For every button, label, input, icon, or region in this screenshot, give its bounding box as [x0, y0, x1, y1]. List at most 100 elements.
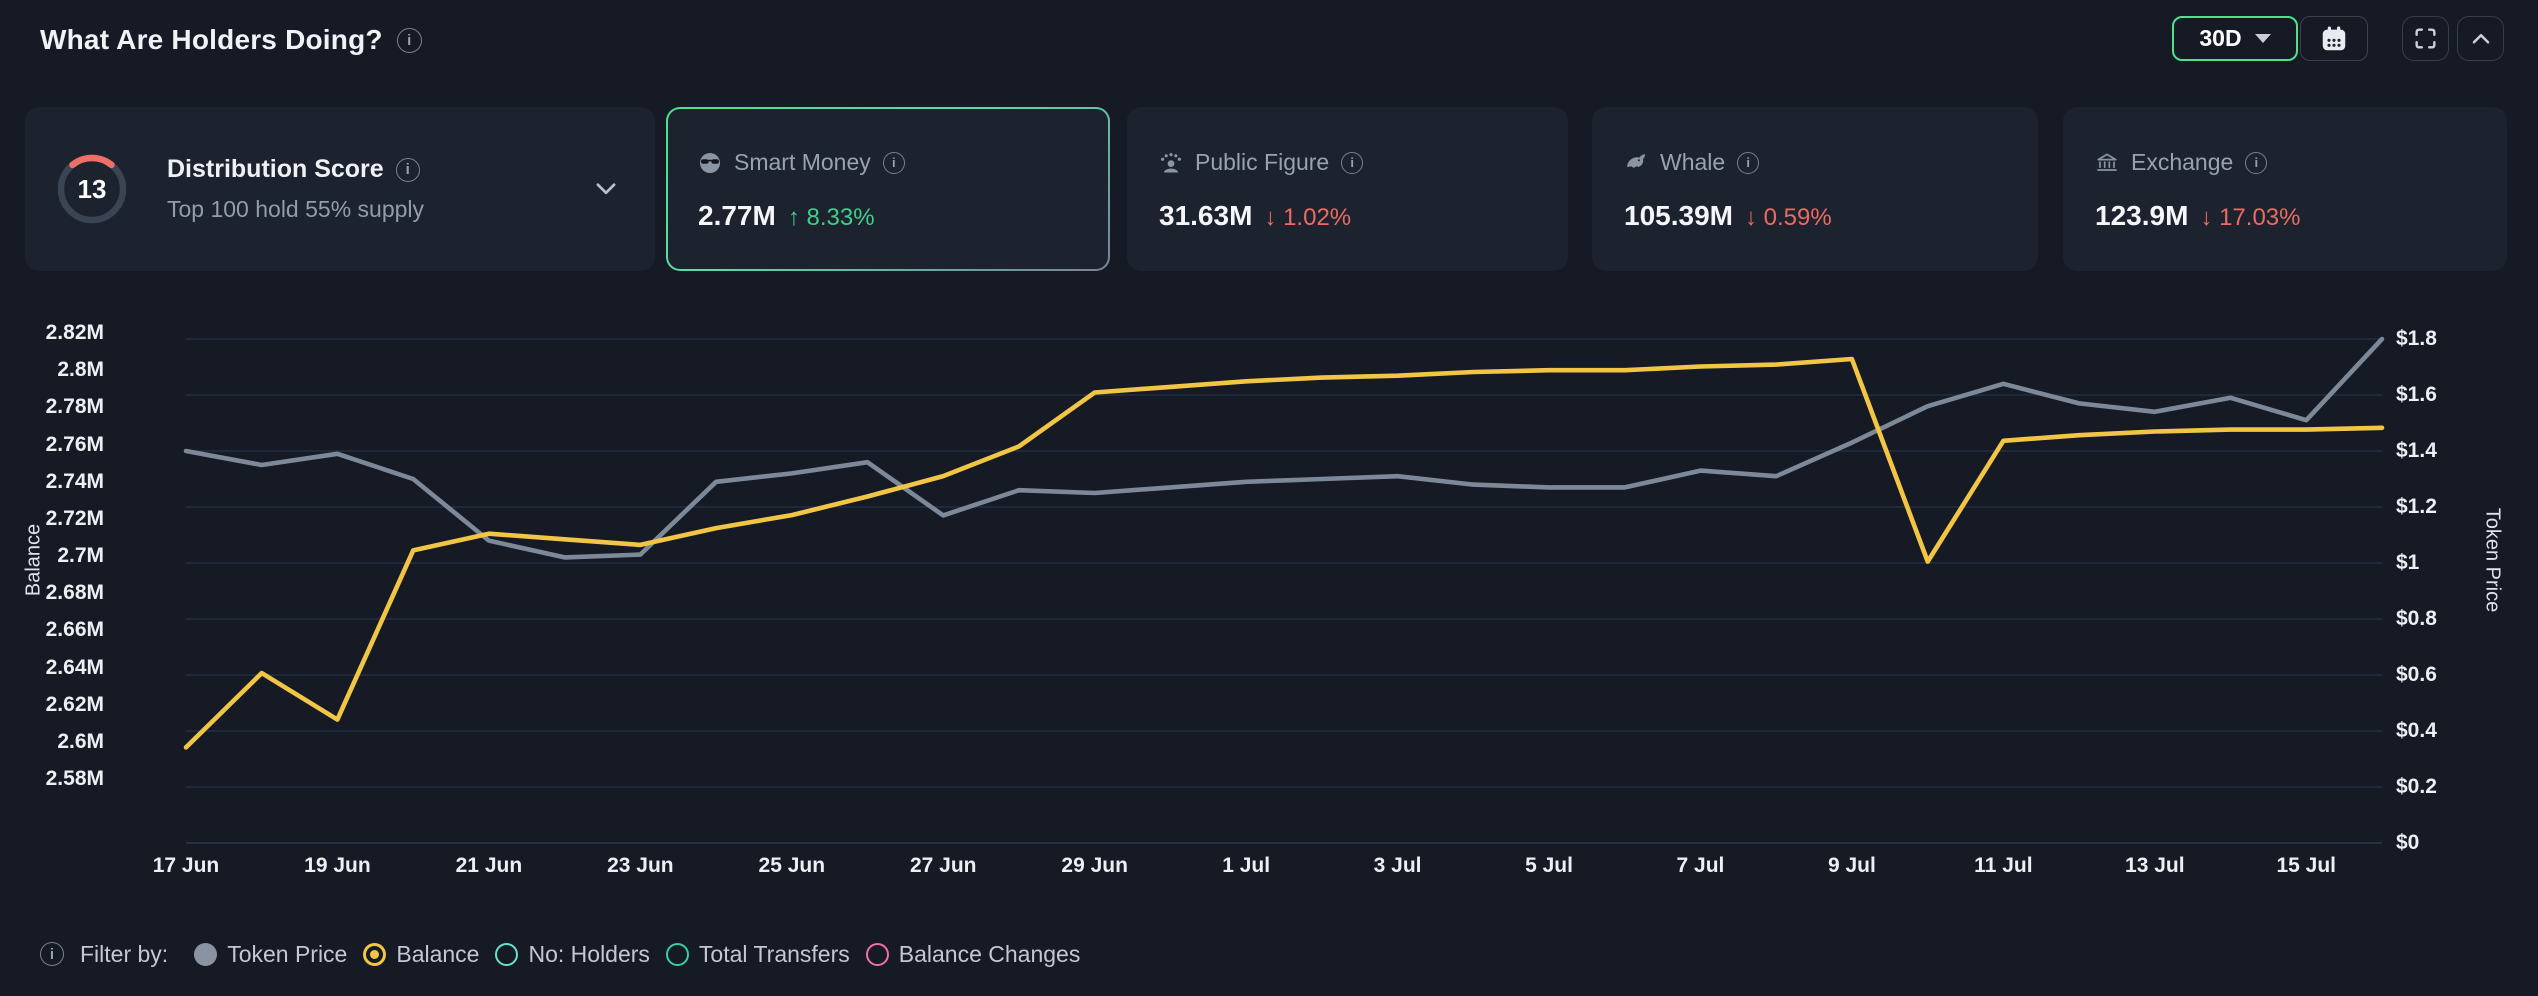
date-tick-label: 13 Jul	[2100, 854, 2210, 878]
balance-tick-label: 2.68M	[0, 581, 104, 605]
legend-item-balance[interactable]: Balance	[363, 941, 479, 968]
holders-dashboard: { "header": { "title": "What Are Holders…	[0, 0, 2538, 996]
stat-card-value: 2.77M	[698, 200, 776, 232]
balance-tick-label: 2.8M	[0, 358, 104, 382]
price-tick-label: $0	[2396, 831, 2419, 855]
balance-tick-label: 2.82M	[0, 321, 104, 345]
balance-tick-label: 2.6M	[0, 730, 104, 754]
time-range-dropdown[interactable]: 30D	[2172, 16, 2298, 61]
legend-marker	[866, 943, 889, 966]
header-controls: 30D	[2172, 16, 2504, 61]
filter-by-label: Filter by:	[80, 941, 168, 968]
sunglasses-face-icon	[698, 151, 722, 175]
legend-item-label: No: Holders	[528, 941, 649, 968]
price-tick-label: $0.2	[2396, 775, 2437, 799]
price-tick-label: $1.2	[2396, 495, 2437, 519]
date-tick-label: 3 Jul	[1343, 854, 1453, 878]
legend-item-label: Balance Changes	[899, 941, 1081, 968]
balance-tick-label: 2.76M	[0, 433, 104, 457]
legend-marker	[495, 943, 518, 966]
distribution-score-card[interactable]: 13 Distribution Score i Top 100 hold 55%…	[25, 107, 655, 271]
stat-card-public-figure[interactable]: Public Figure i 31.63M ↓ 1.02%	[1127, 107, 1568, 271]
public-figure-icon	[1159, 151, 1183, 175]
stat-card-label: Public Figure	[1195, 149, 1329, 176]
distribution-score-value: 13	[55, 152, 129, 226]
distribution-score-subtitle: Top 100 hold 55% supply	[167, 196, 593, 223]
caret-down-icon	[2255, 34, 2271, 43]
balance-tick-label: 2.72M	[0, 507, 104, 531]
stat-card-value: 105.39M	[1624, 200, 1733, 232]
balance-tick-label: 2.7M	[0, 544, 104, 568]
whale-icon	[1624, 151, 1648, 175]
price-tick-label: $1	[2396, 551, 2419, 575]
distribution-info-icon[interactable]: i	[396, 158, 420, 182]
fullscreen-icon	[2413, 26, 2438, 51]
header: What Are Holders Doing? i	[40, 16, 422, 64]
calendar-icon	[2319, 24, 2349, 54]
date-tick-label: 1 Jul	[1191, 854, 1301, 878]
bank-icon	[2095, 151, 2119, 175]
stat-card-change: ↓ 1.02%	[1264, 204, 1351, 232]
stat-card-change: ↑ 8.33%	[788, 204, 875, 232]
time-range-value: 30D	[2199, 25, 2241, 52]
legend-item-label: Balance	[396, 941, 479, 968]
stat-card-info-icon[interactable]: i	[1341, 152, 1363, 174]
price-tick-label: $0.6	[2396, 663, 2437, 687]
title-info-icon[interactable]: i	[397, 28, 422, 53]
legend-info-icon[interactable]: i	[40, 942, 64, 966]
stat-card-exchange[interactable]: Exchange i 123.9M ↓ 17.03%	[2063, 107, 2507, 271]
legend-item-label: Total Transfers	[699, 941, 850, 968]
left-axis-title: Balance	[23, 524, 46, 596]
stat-card-info-icon[interactable]: i	[1737, 152, 1759, 174]
price-tick-label: $0.8	[2396, 607, 2437, 631]
series-balance-line	[186, 359, 2382, 747]
date-tick-label: 29 Jun	[1040, 854, 1150, 878]
legend-marker	[194, 943, 217, 966]
date-tick-label: 11 Jul	[1948, 854, 2058, 878]
right-axis-title: Token Price	[2481, 508, 2504, 613]
stat-card-change: ↓ 0.59%	[1745, 204, 1832, 232]
distribution-score-title: Distribution Score	[167, 155, 384, 184]
legend-item-token-price[interactable]: Token Price	[194, 941, 347, 968]
fullscreen-button[interactable]	[2402, 16, 2449, 61]
chevron-up-icon	[2468, 26, 2494, 52]
date-tick-label: 7 Jul	[1645, 854, 1755, 878]
distribution-score-gauge: 13	[55, 152, 129, 226]
balance-tick-label: 2.66M	[0, 618, 104, 642]
collapse-button[interactable]	[2457, 16, 2504, 61]
stat-card-change: ↓ 17.03%	[2200, 204, 2300, 232]
stat-card-label: Exchange	[2131, 149, 2233, 176]
legend-item-balance-changes[interactable]: Balance Changes	[866, 941, 1081, 968]
stat-card-smart-money[interactable]: Smart Moneyi2.77M↑ 8.33%	[666, 107, 1110, 271]
legend-marker	[363, 943, 386, 966]
price-tick-label: $1.8	[2396, 327, 2437, 351]
legend-item-label: Token Price	[227, 941, 347, 968]
stat-card-value: 31.63M	[1159, 200, 1252, 232]
calendar-button[interactable]	[2300, 16, 2368, 61]
price-tick-label: $1.6	[2396, 383, 2437, 407]
legend-marker	[666, 943, 689, 966]
date-tick-label: 21 Jun	[434, 854, 544, 878]
price-tick-label: $0.4	[2396, 719, 2437, 743]
stat-card-value: 123.9M	[2095, 200, 2188, 232]
date-tick-label: 9 Jul	[1797, 854, 1907, 878]
date-tick-label: 23 Jun	[585, 854, 695, 878]
chart-legend: i Filter by: Token Price Balance No: Holde…	[40, 932, 1080, 976]
stat-card-info-icon[interactable]: i	[2245, 152, 2267, 174]
stat-card-info-icon[interactable]: i	[883, 152, 905, 174]
date-tick-label: 15 Jul	[2251, 854, 2361, 878]
balance-tick-label: 2.62M	[0, 693, 104, 717]
price-tick-label: $1.4	[2396, 439, 2437, 463]
date-tick-label: 27 Jun	[888, 854, 998, 878]
stat-card-whale[interactable]: Whalei105.39M↓ 0.59%	[1592, 107, 2038, 271]
balance-tick-label: 2.78M	[0, 395, 104, 419]
balance-tick-label: 2.74M	[0, 470, 104, 494]
balance-tick-label: 2.58M	[0, 767, 104, 791]
chevron-down-icon[interactable]	[593, 176, 619, 202]
balance-tick-label: 2.64M	[0, 656, 104, 680]
series-token-price-line	[186, 339, 2382, 557]
date-tick-label: 5 Jul	[1494, 854, 1604, 878]
date-tick-label: 25 Jun	[737, 854, 847, 878]
legend-item-no-holders[interactable]: No: Holders	[495, 941, 649, 968]
legend-item-total-transfers[interactable]: Total Transfers	[666, 941, 850, 968]
